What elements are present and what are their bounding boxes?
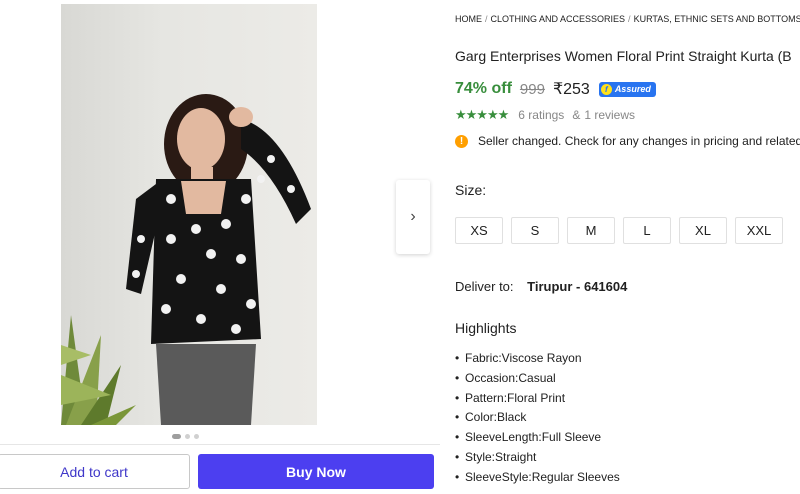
ratings-count[interactable]: 6 ratings xyxy=(518,108,564,122)
ratings-separator: & xyxy=(572,108,581,122)
chevron-right-icon: › xyxy=(410,208,416,225)
size-option-s[interactable]: S xyxy=(511,217,559,244)
highlight-text: Fabric:Viscose Rayon xyxy=(465,351,582,365)
breadcrumb-item-home[interactable]: HOME xyxy=(455,14,482,24)
breadcrumb-item-clothing[interactable]: CLOTHING AND ACCESSORIES xyxy=(491,14,626,24)
delivery-row: Deliver to: Tirupur - 641604 xyxy=(455,279,627,294)
highlight-item: • SleeveStyle:Regular Sleeves xyxy=(455,468,620,488)
carousel-dot[interactable] xyxy=(172,434,181,439)
highlight-text: Occasion:Casual xyxy=(465,370,556,385)
info-icon: ! xyxy=(455,134,468,148)
size-option-xxl[interactable]: XXL xyxy=(735,217,783,244)
breadcrumb-separator: / xyxy=(485,14,488,24)
size-options: XS S M L XL XXL xyxy=(455,217,783,244)
breadcrumb-item-kurtas[interactable]: KURTAS, ETHNIC SETS AND BOTTOMS xyxy=(634,14,800,24)
carousel-dot[interactable] xyxy=(194,434,199,439)
size-option-xs[interactable]: XS xyxy=(455,217,503,244)
highlight-text: Pattern:Floral Print xyxy=(465,390,566,405)
reviews-count[interactable]: 1 reviews xyxy=(584,108,635,122)
seller-notice-text: Seller changed. Check for any changes in… xyxy=(478,134,800,148)
divider xyxy=(0,444,440,445)
highlights-list: • Fabric:Viscose Rayon • Occasion:Casual •… xyxy=(455,349,620,488)
breadcrumb-separator: / xyxy=(628,14,631,24)
flipkart-logo-icon: f xyxy=(600,83,612,95)
highlight-item: • Color:Black xyxy=(455,408,620,428)
highlight-text: SleeveStyle:Regular Sleeves xyxy=(465,469,620,484)
size-option-l[interactable]: L xyxy=(623,217,671,244)
product-image[interactable] xyxy=(61,4,317,425)
deliver-to-label: Deliver to: xyxy=(455,279,514,294)
ratings-row: ★★★★★ 6 ratings & 1 reviews xyxy=(455,107,635,123)
delivery-location[interactable]: Tirupur - 641604 xyxy=(527,279,627,294)
carousel-dot[interactable] xyxy=(185,434,190,439)
discount-percent: 74% off xyxy=(455,80,512,97)
price-row: 74% off 999 ₹253 f Assured xyxy=(455,79,656,99)
breadcrumb: HOME / CLOTHING AND ACCESSORIES / KURTAS, ET… xyxy=(455,14,800,24)
highlight-text: SleeveLength:Full Sleeve xyxy=(465,430,602,445)
buy-now-button[interactable]: Buy Now xyxy=(198,454,434,489)
selling-price: ₹253 xyxy=(552,81,590,98)
product-gallery: › Add to cart Buy Now xyxy=(0,0,440,494)
highlight-item: • Pattern:Floral Print xyxy=(455,389,620,409)
size-label: Size: xyxy=(455,182,487,198)
assured-label: Assured xyxy=(614,84,651,94)
size-option-xl[interactable]: XL xyxy=(679,217,727,244)
original-price: 999 xyxy=(519,80,545,98)
highlight-item: • Fabric:Viscose Rayon xyxy=(455,349,620,369)
bullet-icon: • xyxy=(455,430,460,445)
highlight-item: • Occasion:Casual xyxy=(455,369,620,389)
seller-notice: ! Seller changed. Check for any changes … xyxy=(455,134,800,148)
star-rating-icon: ★★★★★ xyxy=(455,107,509,122)
product-title: Garg Enterprises Women Floral Print Stra… xyxy=(455,48,792,64)
model-figure-graphic xyxy=(126,94,311,425)
bullet-icon: • xyxy=(455,469,460,484)
highlight-item: • Style:Straight xyxy=(455,448,620,468)
carousel-dots xyxy=(172,434,199,439)
highlights-heading: Highlights xyxy=(455,320,517,336)
highlight-text: Style:Straight xyxy=(465,449,537,464)
bullet-icon: • xyxy=(455,449,460,464)
assured-badge[interactable]: f Assured xyxy=(598,81,656,97)
bullet-icon: • xyxy=(455,410,460,425)
product-details: HOME / CLOTHING AND ACCESSORIES / KURTAS, ET… xyxy=(455,0,800,494)
highlight-item: • SleeveLength:Full Sleeve xyxy=(455,428,620,448)
next-image-button[interactable]: › xyxy=(396,180,430,254)
bullet-icon: • xyxy=(455,370,460,385)
bullet-icon: • xyxy=(455,351,460,365)
add-to-cart-button[interactable]: Add to cart xyxy=(0,454,190,489)
highlight-text: Color:Black xyxy=(465,410,527,425)
size-option-m[interactable]: M xyxy=(567,217,615,244)
bullet-icon: • xyxy=(455,390,460,405)
